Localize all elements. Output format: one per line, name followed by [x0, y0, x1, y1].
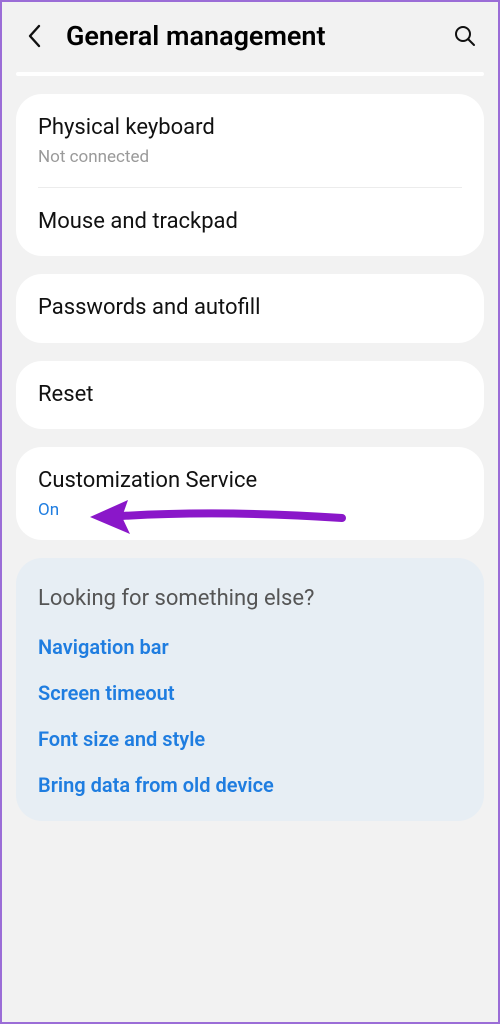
item-physical-keyboard-title: Physical keyboard [38, 114, 462, 143]
footer-title: Looking for something else? [38, 586, 462, 611]
link-screen-timeout[interactable]: Screen timeout [38, 681, 462, 705]
card-keyboard-list[interactable]: Keyboard list and default [16, 72, 484, 76]
header-bar: General management [2, 2, 498, 66]
link-font-size-style[interactable]: Font size and style [38, 727, 462, 751]
card-input-devices: Physical keyboard Not connected Mouse an… [16, 94, 484, 256]
link-bring-data[interactable]: Bring data from old device [38, 773, 462, 797]
item-mouse-trackpad[interactable]: Mouse and trackpad [16, 188, 484, 257]
item-physical-keyboard-sub: Not connected [38, 147, 462, 167]
footer-card: Looking for something else? Navigation b… [16, 558, 484, 821]
card-reset: Reset [16, 361, 484, 430]
link-navigation-bar[interactable]: Navigation bar [38, 635, 462, 659]
item-passwords-autofill-title: Passwords and autofill [38, 294, 462, 323]
item-physical-keyboard[interactable]: Physical keyboard Not connected [16, 94, 484, 187]
item-customization-sub: On [38, 500, 462, 520]
item-reset[interactable]: Reset [16, 361, 484, 430]
card-customization: Customization Service On [16, 447, 484, 540]
back-icon[interactable] [22, 23, 48, 49]
item-passwords-autofill[interactable]: Passwords and autofill [16, 274, 484, 343]
page-title: General management [66, 20, 452, 52]
item-reset-title: Reset [38, 381, 462, 410]
card-passwords: Passwords and autofill [16, 274, 484, 343]
item-mouse-trackpad-title: Mouse and trackpad [38, 208, 462, 237]
search-icon[interactable] [452, 23, 478, 49]
item-customization-service[interactable]: Customization Service On [16, 447, 484, 540]
item-customization-title: Customization Service [38, 467, 462, 496]
